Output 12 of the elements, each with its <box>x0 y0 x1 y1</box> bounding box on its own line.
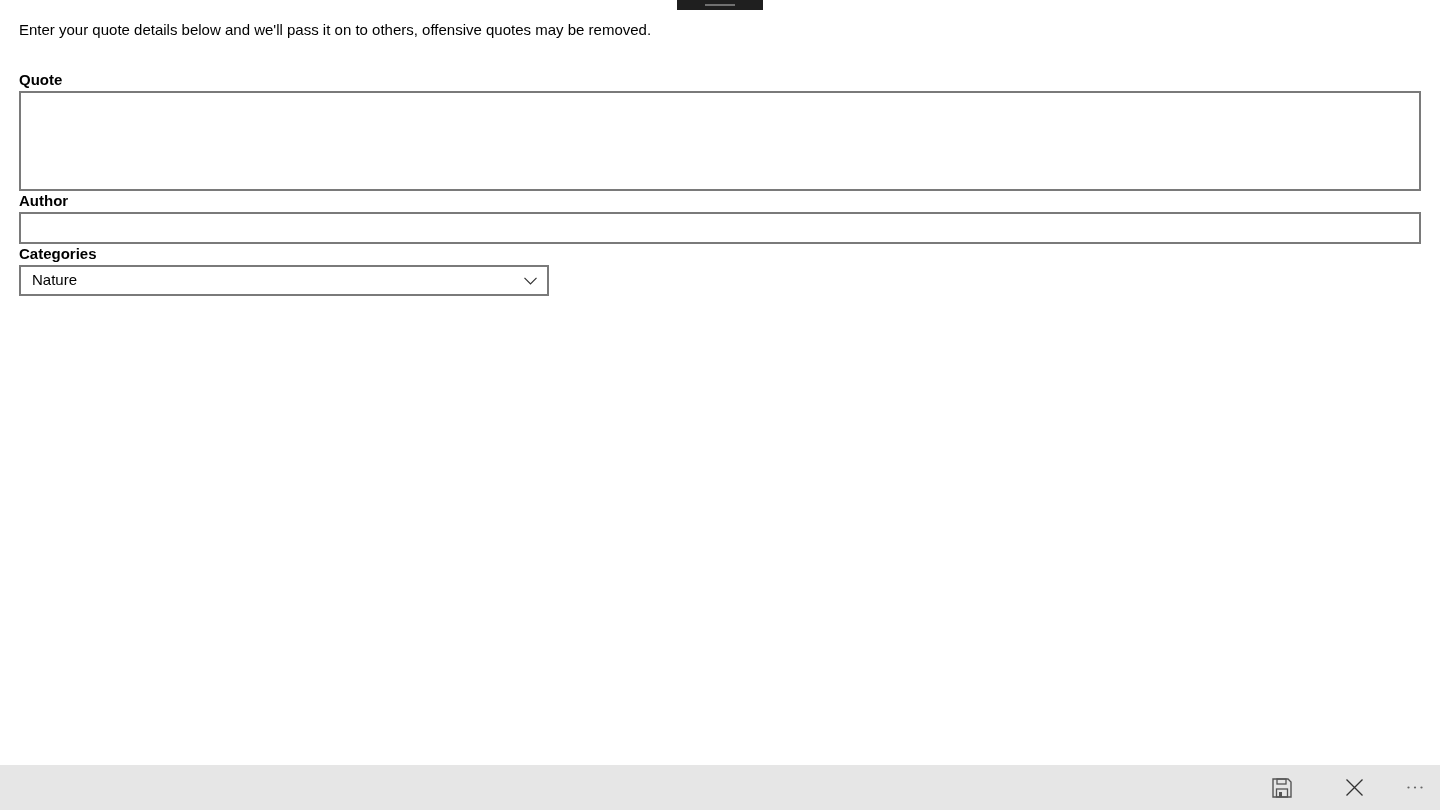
grip-handle-icon[interactable] <box>677 0 763 10</box>
category-dropdown[interactable]: Nature <box>19 265 549 296</box>
category-label: Categories <box>19 244 97 264</box>
quote-field[interactable] <box>19 91 1421 191</box>
chevron-down-icon <box>524 276 537 285</box>
author-field[interactable] <box>19 212 1421 244</box>
save-icon <box>1272 777 1292 798</box>
author-label: Author <box>19 191 69 211</box>
more-icon <box>1407 786 1423 789</box>
intro-text: Enter your quote details below and we'll pass it on to others, offensive quotes may be removed. <box>19 20 653 40</box>
close-icon <box>1345 779 1363 796</box>
quote-label: Quote <box>19 70 63 90</box>
